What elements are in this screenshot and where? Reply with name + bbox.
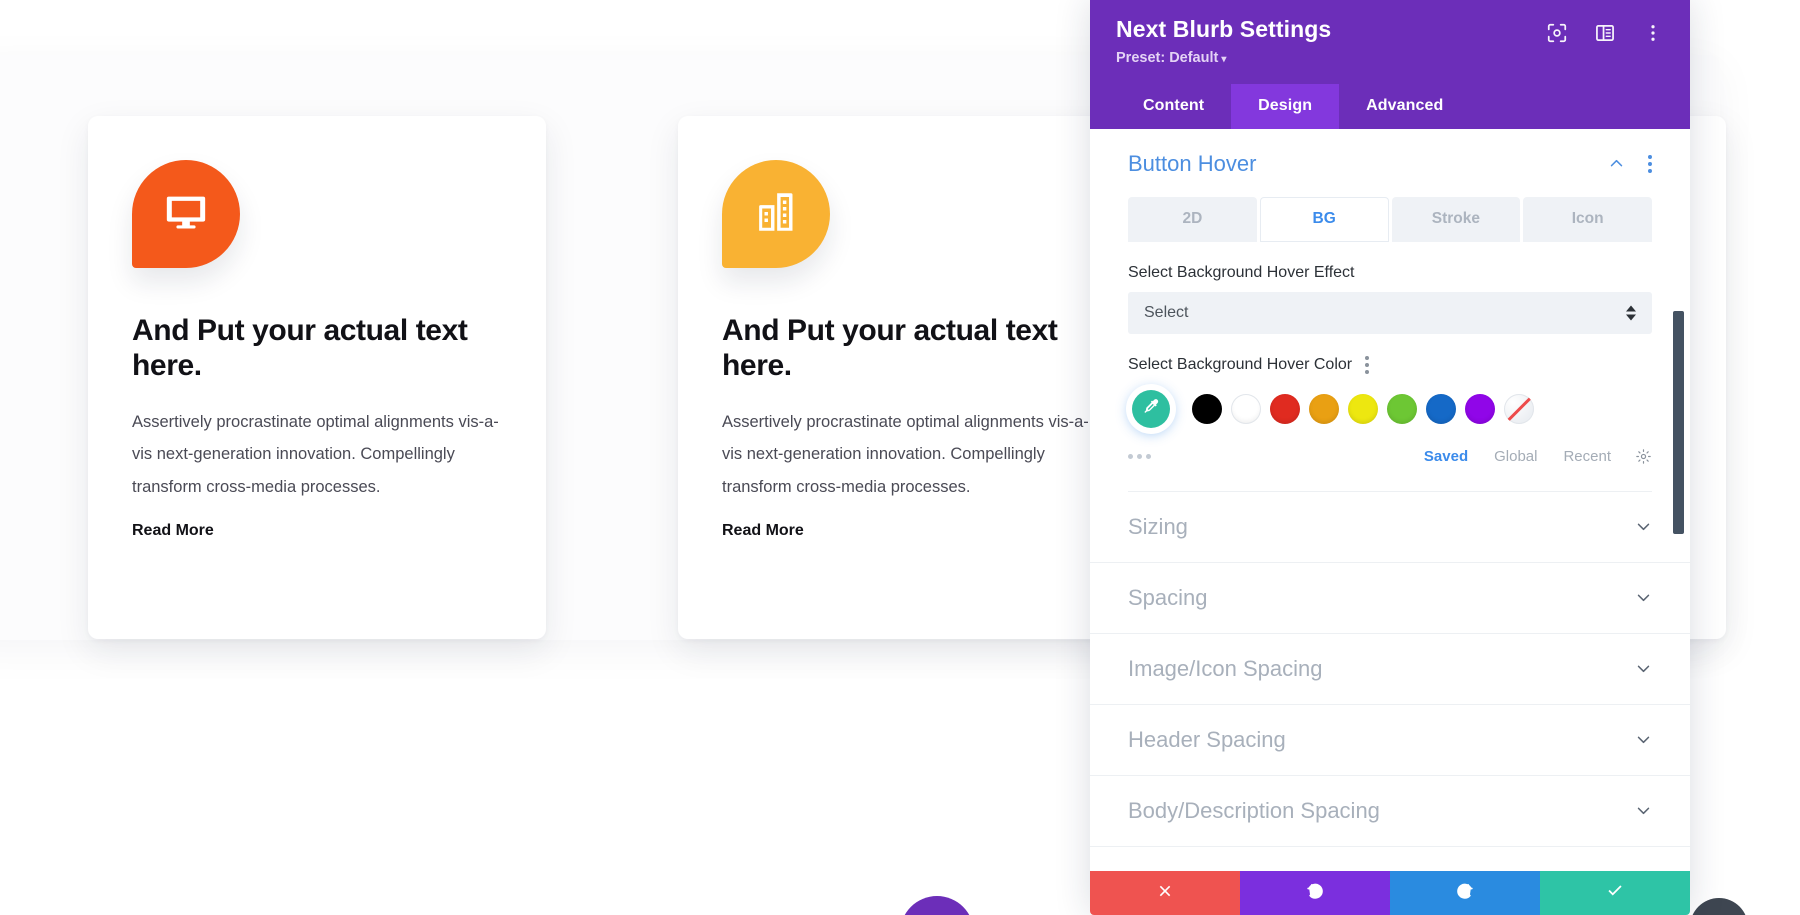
- blurb-card[interactable]: And Put your actual text here. Assertive…: [678, 116, 1136, 639]
- chevron-down-icon: [1635, 518, 1652, 535]
- blurb-card[interactable]: And Put your actual text here. Assertive…: [88, 116, 546, 639]
- blurb-title: And Put your actual text here.: [132, 314, 468, 382]
- tab-design[interactable]: Design: [1231, 83, 1340, 129]
- checkmark-icon: [1605, 881, 1625, 906]
- accordion-label: Sizing: [1128, 513, 1188, 539]
- swatch-red[interactable]: [1270, 393, 1300, 424]
- modal-tabs: Content Design Advanced: [1116, 83, 1664, 129]
- more-colors-icon[interactable]: [1128, 453, 1398, 459]
- accordion-sizing[interactable]: Sizing: [1090, 492, 1690, 563]
- color-swatch-row: [1128, 385, 1652, 432]
- swatch-white[interactable]: [1231, 393, 1261, 424]
- swatch-yellow[interactable]: [1348, 393, 1378, 424]
- accordion-label: Image/Icon Spacing: [1128, 655, 1323, 681]
- color-palette-footer: Saved Global Recent: [1128, 448, 1652, 465]
- blurb-body: Assertively procrastinate optimal alignm…: [132, 412, 499, 496]
- save-button[interactable]: [1540, 871, 1690, 915]
- preset-label: Preset: Default: [1116, 49, 1219, 66]
- more-vertical-icon[interactable]: [1642, 22, 1664, 44]
- tab-content[interactable]: Content: [1116, 84, 1231, 129]
- background-hover-color-label: Select Background Hover Color: [1128, 355, 1652, 374]
- select-value: Select: [1144, 303, 1189, 321]
- segment-2d[interactable]: 2D: [1128, 196, 1257, 242]
- select-stepper-icon: [1626, 305, 1636, 321]
- swatch-green[interactable]: [1387, 393, 1417, 424]
- blurb-icon-badge: [132, 160, 240, 268]
- scrollbar-thumb[interactable]: [1673, 310, 1684, 534]
- swatch-none[interactable]: [1504, 393, 1534, 424]
- modal-header: Next Blurb Settings Preset: Default ▾ Co…: [1090, 0, 1690, 129]
- field-label-text: Select Background Hover Effect: [1128, 263, 1355, 281]
- eyedropper-icon: [1142, 397, 1161, 421]
- segment-icon[interactable]: Icon: [1523, 196, 1652, 242]
- redo-icon: [1455, 881, 1475, 906]
- color-options-icon[interactable]: [1364, 355, 1369, 374]
- palette-tab-saved[interactable]: Saved: [1424, 448, 1468, 465]
- close-icon: [1155, 881, 1175, 906]
- focus-target-icon[interactable]: [1546, 22, 1568, 44]
- undo-button[interactable]: [1240, 871, 1390, 915]
- blurb-icon-badge: [722, 160, 830, 268]
- section-header-button-hover[interactable]: Button Hover: [1090, 129, 1690, 197]
- chevron-down-icon: ▾: [1221, 53, 1227, 65]
- modal-body: Button Hover 2D BG Stroke Icon Select Ba…: [1090, 128, 1690, 871]
- background-hover-effect-label: Select Background Hover Effect: [1128, 264, 1652, 282]
- accordion-label: Body/Description Spacing: [1128, 797, 1380, 823]
- chevron-down-icon: [1635, 731, 1652, 748]
- accordion-body-description-spacing[interactable]: Body/Description Spacing: [1090, 776, 1690, 847]
- segment-stroke[interactable]: Stroke: [1391, 196, 1521, 242]
- accordion-image-icon-spacing[interactable]: Image/Icon Spacing: [1090, 634, 1690, 705]
- blurb-body: Assertively procrastinate optimal alignm…: [722, 412, 1089, 496]
- swatch-orange[interactable]: [1309, 393, 1339, 424]
- redo-button[interactable]: [1390, 871, 1540, 915]
- chevron-down-icon: [1635, 660, 1652, 677]
- color-picker-button[interactable]: [1128, 385, 1174, 432]
- tab-advanced[interactable]: Advanced: [1339, 84, 1470, 129]
- accordion-label: Header Spacing: [1128, 726, 1286, 752]
- module-settings-modal: Next Blurb Settings Preset: Default ▾ Co…: [1090, 0, 1690, 915]
- background-hover-effect-select[interactable]: Select: [1128, 291, 1652, 334]
- palette-tab-global[interactable]: Global: [1494, 448, 1537, 465]
- settings-scrollbar[interactable]: [1673, 129, 1684, 871]
- gear-icon[interactable]: [1635, 448, 1652, 465]
- swatch-purple[interactable]: [1465, 393, 1495, 424]
- modal-footer-actions: [1090, 871, 1690, 915]
- palette-tab-recent[interactable]: Recent: [1563, 448, 1611, 465]
- read-more-link[interactable]: Read More: [722, 522, 804, 540]
- blurb-title: And Put your actual text here.: [722, 314, 1058, 382]
- chevron-down-icon: [1635, 589, 1652, 606]
- accordion-label: Spacing: [1128, 584, 1208, 610]
- layout-columns-icon[interactable]: [1594, 22, 1616, 44]
- modal-title: Next Blurb Settings: [1116, 16, 1332, 42]
- accordion-header-spacing[interactable]: Header Spacing: [1090, 705, 1690, 776]
- segment-bg[interactable]: BG: [1259, 196, 1389, 242]
- field-label-text: Select Background Hover Color: [1128, 355, 1353, 373]
- preset-selector[interactable]: Preset: Default ▾: [1116, 50, 1546, 66]
- hover-type-segmented-control: 2D BG Stroke Icon: [1128, 196, 1652, 242]
- accordion-spacing[interactable]: Spacing: [1090, 563, 1690, 634]
- monitor-icon: [163, 189, 209, 240]
- chevron-up-icon[interactable]: [1608, 155, 1625, 172]
- buildings-icon: [753, 189, 799, 240]
- read-more-link[interactable]: Read More: [132, 522, 214, 540]
- swatch-blue[interactable]: [1426, 393, 1456, 424]
- swatch-black[interactable]: [1192, 393, 1222, 424]
- section-options-icon[interactable]: [1647, 154, 1652, 173]
- app-root: And Put your actual text here. Assertive…: [0, 0, 1800, 915]
- section-title: Button Hover: [1128, 150, 1257, 176]
- chevron-down-icon: [1635, 802, 1652, 819]
- undo-icon: [1305, 881, 1325, 906]
- cancel-button[interactable]: [1090, 871, 1240, 915]
